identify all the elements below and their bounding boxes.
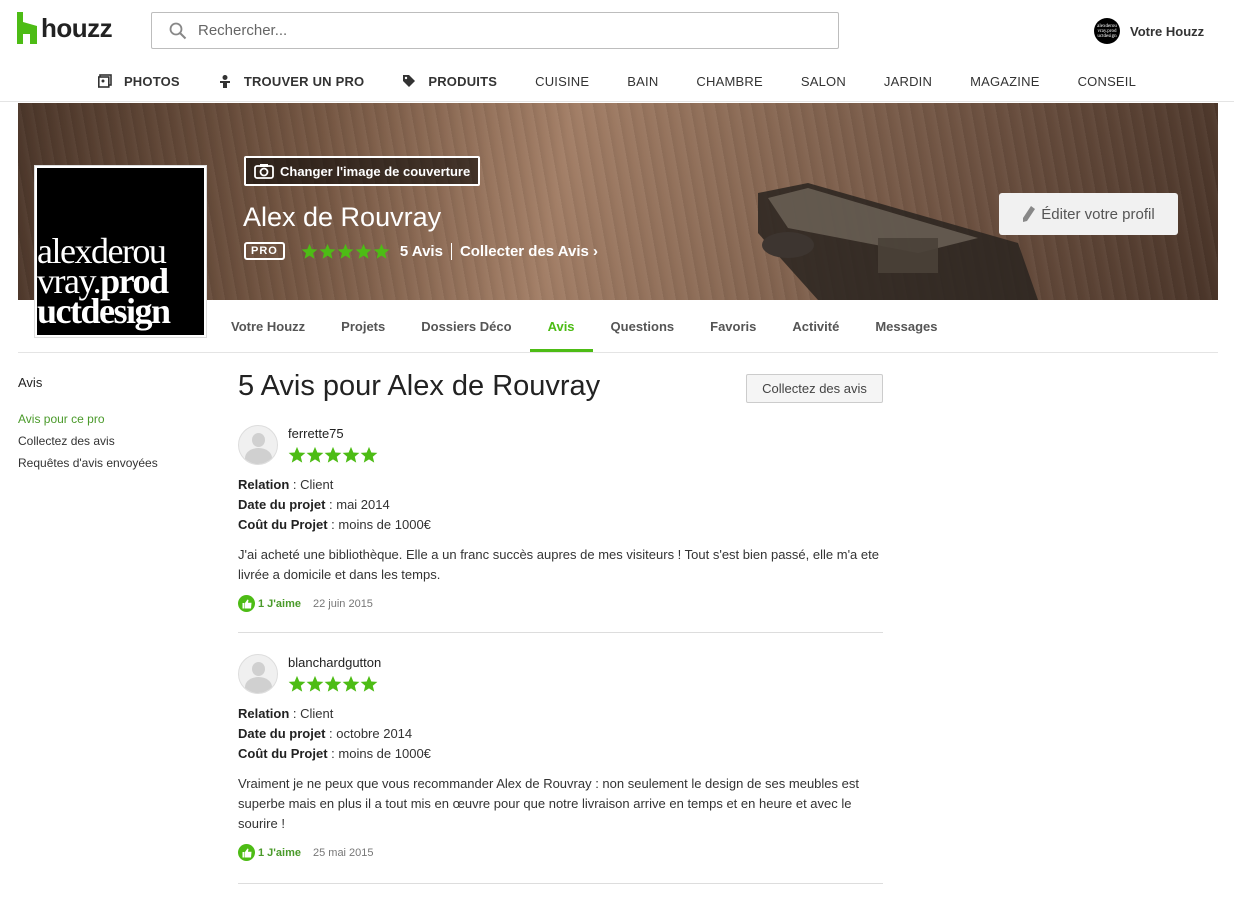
reviewer-avatar[interactable] bbox=[238, 654, 278, 694]
star-icon bbox=[301, 243, 318, 260]
sidebar-link[interactable]: Avis pour ce pro bbox=[18, 412, 208, 426]
change-cover-label: Changer l'image de couverture bbox=[280, 163, 471, 179]
pro-badge: PRO bbox=[244, 242, 285, 260]
review-rating bbox=[288, 675, 381, 693]
nav-item-photos[interactable]: PHOTOS bbox=[79, 68, 199, 94]
nav-item-magazine[interactable]: MAGAZINE bbox=[951, 68, 1059, 94]
star-icon bbox=[355, 243, 372, 260]
sidebar-link[interactable]: Collectez des avis bbox=[18, 434, 208, 448]
tag-icon bbox=[402, 74, 422, 88]
nav-item-jardin[interactable]: JARDIN bbox=[865, 68, 951, 94]
nav-item-conseil[interactable]: CONSEIL bbox=[1059, 68, 1155, 94]
nav-item-bain[interactable]: BAIN bbox=[608, 68, 677, 94]
review-project-cost: moins de 1000€ bbox=[338, 517, 431, 532]
star-icon bbox=[324, 446, 342, 464]
star-icon bbox=[360, 675, 378, 693]
review-relation: Client bbox=[300, 706, 334, 721]
profile-name: Alex de Rouvray bbox=[243, 202, 442, 232]
tab-messages[interactable]: Messages bbox=[857, 300, 955, 352]
reviewer-name[interactable]: blanchardgutton bbox=[288, 655, 381, 670]
pencil-icon bbox=[1023, 206, 1036, 222]
search-box bbox=[151, 12, 839, 49]
nav-item-produits[interactable]: PRODUITS bbox=[383, 68, 516, 94]
change-cover-button[interactable]: Changer l'image de couverture bbox=[244, 156, 481, 186]
star-icon bbox=[288, 446, 306, 464]
review-date: 22 juin 2015 bbox=[312, 597, 373, 610]
edit-profile-label: Éditer votre profil bbox=[1041, 205, 1155, 223]
review-text: J'ai acheté une bibliothèque. Elle a un … bbox=[238, 547, 879, 582]
tab-dossiers-déco[interactable]: Dossiers Déco bbox=[403, 300, 529, 352]
reviews-main: 5 Avis pour Alex de Rouvray Collectez de… bbox=[238, 370, 883, 884]
tab-activité[interactable]: Activité bbox=[774, 300, 857, 352]
profile-meta: PRO 5 Avis Collecter des Avis › bbox=[244, 242, 598, 260]
review-fields: Relation : Client Date du projet : mai 20… bbox=[238, 477, 431, 532]
review-item: blanchardgutton Relation : Client Date du … bbox=[238, 654, 883, 884]
collect-reviews-button[interactable]: Collectez des avis bbox=[746, 374, 883, 403]
reviewer-avatar[interactable] bbox=[238, 425, 278, 465]
houzz-logo-icon bbox=[17, 12, 37, 44]
review-project-cost: moins de 1000€ bbox=[338, 746, 431, 761]
review-rating bbox=[288, 446, 378, 464]
camera-icon bbox=[254, 164, 274, 179]
review-project-date: mai 2014 bbox=[336, 497, 390, 512]
user-menu[interactable]: alexderou vray.prod uctdesign Votre Houz… bbox=[1094, 18, 1204, 44]
star-icon bbox=[373, 243, 390, 260]
thumbs-up-icon[interactable] bbox=[238, 844, 255, 861]
tab-projets[interactable]: Projets bbox=[323, 300, 403, 352]
photos-icon bbox=[97, 74, 118, 88]
nav-item-cuisine[interactable]: CUISINE bbox=[516, 68, 608, 94]
profile-tabs: Votre Houzz Projets Dossiers Déco Avis Quest… bbox=[18, 300, 1218, 353]
tab-questions[interactable]: Questions bbox=[593, 300, 693, 352]
review-text: Vraiment je ne peux que vous recommander… bbox=[238, 776, 859, 831]
star-icon bbox=[306, 446, 324, 464]
nav-item-salon[interactable]: SALON bbox=[782, 68, 865, 94]
edit-profile-button[interactable]: Éditer votre profil bbox=[999, 193, 1178, 235]
search-icon[interactable] bbox=[158, 22, 198, 40]
profile-rating bbox=[301, 243, 390, 260]
tab-avis[interactable]: Avis bbox=[529, 300, 593, 352]
like-button[interactable]: 1 J'aime bbox=[258, 598, 301, 610]
star-icon bbox=[342, 446, 360, 464]
user-avatar: alexderou vray.prod uctdesign bbox=[1094, 18, 1120, 44]
like-button[interactable]: 1 J'aime bbox=[258, 847, 301, 859]
star-icon bbox=[360, 446, 378, 464]
sidebar-title: Avis bbox=[18, 375, 43, 390]
reviews-count-link[interactable]: 5 Avis bbox=[400, 242, 452, 260]
user-label: Votre Houzz bbox=[1130, 23, 1205, 39]
houzz-logo[interactable]: houzz bbox=[17, 12, 113, 44]
star-icon bbox=[337, 243, 354, 260]
star-icon bbox=[306, 675, 324, 693]
review-date: 25 mai 2015 bbox=[312, 846, 374, 859]
tab-favoris[interactable]: Favoris bbox=[692, 300, 774, 352]
nav-item-trouver-un-pro[interactable]: TROUVER UN PRO bbox=[199, 68, 384, 94]
review-project-date: octobre 2014 bbox=[336, 726, 413, 741]
review-relation: Client bbox=[300, 477, 334, 492]
tab-votre-houzz[interactable]: Votre Houzz bbox=[213, 300, 323, 352]
collect-reviews-link[interactable]: Collecter des Avis › bbox=[460, 243, 598, 260]
logo-text: houzz bbox=[41, 13, 113, 43]
pro-icon bbox=[218, 74, 238, 88]
star-icon bbox=[319, 243, 336, 260]
review-fields: Relation : Client Date du projet : octobr… bbox=[238, 706, 431, 761]
search-input[interactable] bbox=[198, 22, 838, 39]
star-icon bbox=[288, 675, 306, 693]
thumbs-up-icon[interactable] bbox=[238, 595, 255, 612]
nav-item-chambre[interactable]: CHAMBRE bbox=[677, 68, 781, 94]
reviewer-name[interactable]: ferrette75 bbox=[288, 426, 378, 441]
reviews-sidebar: Avis Avis pour ce pro Collectez des avis R… bbox=[18, 375, 208, 478]
main-nav: PHOTOS TROUVER UN PRO PRODUITS CUISINE BAIN C… bbox=[0, 68, 1234, 94]
top-header: houzz alexderou vray.prod uctdesign Votr… bbox=[0, 0, 1234, 102]
star-icon bbox=[324, 675, 342, 693]
sidebar-link[interactable]: Requêtes d'avis envoyées bbox=[18, 456, 208, 470]
review-item: ferrette75 Relation : Client Date du proje… bbox=[238, 425, 883, 633]
star-icon bbox=[342, 675, 360, 693]
